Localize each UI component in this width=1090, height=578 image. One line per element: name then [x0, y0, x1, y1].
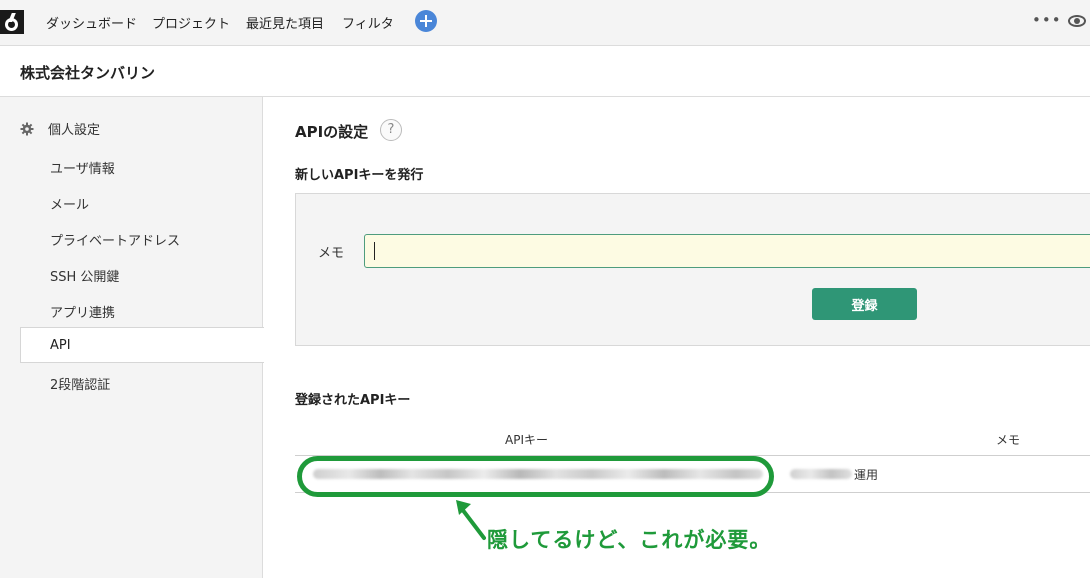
- sidebar-item-private-address[interactable]: プライベートアドレス: [50, 230, 180, 249]
- memo-input[interactable]: [364, 234, 1090, 268]
- register-button[interactable]: 登録: [812, 288, 917, 320]
- registered-keys-title: 登録されたAPIキー: [295, 393, 411, 408]
- highlight-ring: [297, 456, 774, 497]
- annotation-text: 隠してるけど、これが必要。: [487, 528, 772, 552]
- add-icon[interactable]: [415, 10, 437, 32]
- gear-icon: [20, 122, 34, 136]
- top-navigation: ダッシュボード プロジェクト 最近見た項目 フィルタ •••: [0, 0, 1090, 46]
- more-icon[interactable]: •••: [1032, 11, 1062, 29]
- column-header-api-key: APIキー: [505, 433, 548, 447]
- logo-icon[interactable]: [0, 10, 24, 34]
- nav-projects[interactable]: プロジェクト: [152, 13, 230, 32]
- new-key-title: 新しいAPIキーを発行: [295, 168, 424, 183]
- sidebar-item-user-info[interactable]: ユーザ情報: [50, 158, 115, 177]
- text-caret: [374, 242, 375, 260]
- nav-dashboard[interactable]: ダッシュボード: [46, 13, 137, 32]
- sidebar: 個人設定 ユーザ情報 メール プライベートアドレス SSH 公開鍵 アプリ連携 …: [0, 97, 264, 578]
- sidebar-item-api[interactable]: API: [20, 327, 264, 363]
- nav-filter[interactable]: フィルタ: [342, 13, 394, 32]
- column-header-memo: メモ: [996, 433, 1021, 447]
- sidebar-item-two-factor[interactable]: 2段階認証: [50, 374, 110, 393]
- sidebar-item-api-label: API: [50, 338, 71, 353]
- org-name: 株式会社タンバリン: [20, 64, 156, 82]
- nav-recent[interactable]: 最近見た項目: [246, 13, 324, 32]
- memo-label: メモ: [318, 246, 345, 261]
- table-row-memo: 運用: [854, 468, 879, 482]
- blurred-memo: [790, 469, 852, 479]
- sidebar-section-personal: 個人設定: [48, 123, 101, 138]
- sidebar-item-app-integration[interactable]: アプリ連携: [50, 302, 115, 321]
- page-title: APIの設定: [295, 123, 369, 141]
- help-icon[interactable]: ?: [380, 119, 402, 141]
- org-header: 株式会社タンバリン: [0, 47, 1090, 97]
- new-key-form: [295, 193, 1090, 346]
- sidebar-item-mail[interactable]: メール: [50, 194, 89, 213]
- eye-icon[interactable]: [1068, 15, 1086, 27]
- sidebar-item-ssh-key[interactable]: SSH 公開鍵: [50, 266, 119, 285]
